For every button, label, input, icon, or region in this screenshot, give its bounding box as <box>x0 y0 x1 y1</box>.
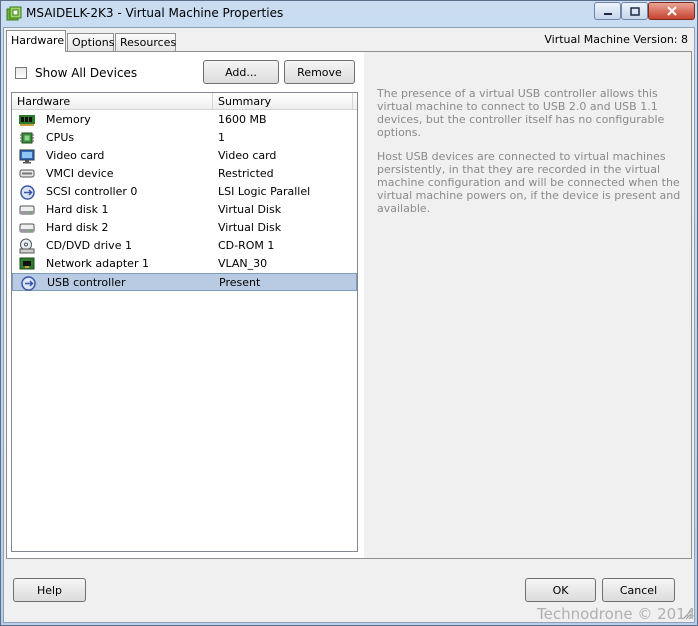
hardware-summary: Virtual Disk <box>218 221 282 234</box>
hardware-name: Video card <box>46 149 105 162</box>
properties-window: MSAIDELK-2K3 - Virtual Machine Propertie… <box>0 0 698 626</box>
network-adapter-icon <box>19 256 35 272</box>
tab-resources[interactable]: Resources <box>115 33 176 52</box>
dialog-client-area: Hardware Options Resources Virtual Machi… <box>3 27 695 623</box>
device-list-panel: Show All Devices Add... Remove Hardware … <box>7 52 362 558</box>
table-row[interactable]: VMCI device Restricted <box>12 165 357 183</box>
hardware-name: Hard disk 2 <box>46 221 109 234</box>
hardware-summary: Virtual Disk <box>218 203 282 216</box>
cd-drive-icon <box>19 238 35 254</box>
monitor-icon <box>19 148 35 164</box>
hardware-name: Hard disk 1 <box>46 203 109 216</box>
vm-version-label: Virtual Machine Version: 8 <box>544 33 688 46</box>
hardware-name: USB controller <box>47 276 126 289</box>
hardware-name: Network adapter 1 <box>46 257 149 270</box>
minimize-button[interactable] <box>594 2 621 20</box>
table-row[interactable]: Hard disk 1 Virtual Disk <box>12 201 357 219</box>
hardware-summary: 1 <box>218 131 225 144</box>
title-bar[interactable]: MSAIDELK-2K3 - Virtual Machine Propertie… <box>1 1 697 27</box>
hardware-summary: VLAN_30 <box>218 257 268 270</box>
cpu-icon <box>19 130 35 146</box>
column-divider[interactable] <box>212 93 213 110</box>
hardware-summary: LSI Logic Parallel <box>218 185 311 198</box>
hardware-summary: Present <box>219 276 261 289</box>
close-icon <box>666 6 677 16</box>
column-divider[interactable] <box>352 93 353 110</box>
table-row[interactable]: Hard disk 2 Virtual Disk <box>12 219 357 237</box>
vmci-icon <box>19 166 35 182</box>
table-row-selected[interactable]: USB controller Present <box>12 273 357 291</box>
hardware-name: SCSI controller 0 <box>46 185 138 198</box>
hardware-summary: Video card <box>218 149 277 162</box>
usb-icon <box>20 275 36 291</box>
hard-disk-icon <box>19 220 35 236</box>
table-row[interactable]: SCSI controller 0 LSI Logic Parallel <box>12 183 357 201</box>
hardware-name: CD/DVD drive 1 <box>46 239 132 252</box>
help-button[interactable]: Help <box>13 578 86 602</box>
cancel-button[interactable]: Cancel <box>602 578 675 602</box>
show-all-devices-label: Show All Devices <box>35 66 138 80</box>
remove-device-button[interactable]: Remove <box>284 60 355 84</box>
hardware-name: VMCI device <box>46 167 114 180</box>
hard-disk-icon <box>19 202 35 218</box>
minimize-icon <box>603 13 612 15</box>
usb-host-devices-text: Host USB devices are connected to virtua… <box>377 150 681 215</box>
hardware-tab-panel: Show All Devices Add... Remove Hardware … <box>6 51 692 559</box>
add-device-button[interactable]: Add... <box>203 60 279 84</box>
hardware-name: Memory <box>46 113 91 126</box>
table-rows: Memory 1600 MB CPUs 1 Video card Video c… <box>12 111 357 291</box>
table-row[interactable]: Video card Video card <box>12 147 357 165</box>
vm-icon <box>6 6 22 21</box>
show-all-devices-checkbox[interactable]: Show All Devices <box>15 66 137 80</box>
window-title: MSAIDELK-2K3 - Virtual Machine Propertie… <box>26 6 284 20</box>
checkbox-box[interactable] <box>15 67 27 79</box>
table-row[interactable]: CD/DVD drive 1 CD-ROM 1 <box>12 237 357 255</box>
column-header-hardware[interactable]: Hardware <box>17 95 70 108</box>
hardware-summary: Restricted <box>218 167 274 180</box>
close-button[interactable] <box>648 2 695 20</box>
tab-hardware[interactable]: Hardware <box>6 30 66 52</box>
table-row[interactable]: Memory 1600 MB <box>12 111 357 129</box>
scsi-icon <box>19 184 35 200</box>
watermark-text: Technodrone © 2014 <box>537 605 696 623</box>
hardware-summary: 1600 MB <box>218 113 267 126</box>
ok-button[interactable]: OK <box>525 578 596 602</box>
table-row[interactable]: CPUs 1 <box>12 129 357 147</box>
usb-description-text: The presence of a virtual USB controller… <box>377 87 665 139</box>
table-header: Hardware Summary <box>12 93 357 110</box>
hardware-table: Hardware Summary Memory 1600 MB CPUs 1 V… <box>11 92 358 552</box>
hardware-name: CPUs <box>46 131 75 144</box>
tab-options[interactable]: Options <box>67 33 114 52</box>
column-header-summary[interactable]: Summary <box>218 95 271 108</box>
hardware-summary: CD-ROM 1 <box>218 239 275 252</box>
device-details-panel: The presence of a virtual USB controller… <box>364 52 691 558</box>
restore-icon <box>629 7 640 16</box>
table-row[interactable]: Network adapter 1 VLAN_30 <box>12 255 357 273</box>
maximize-button[interactable] <box>621 2 648 20</box>
memory-icon <box>19 112 35 128</box>
